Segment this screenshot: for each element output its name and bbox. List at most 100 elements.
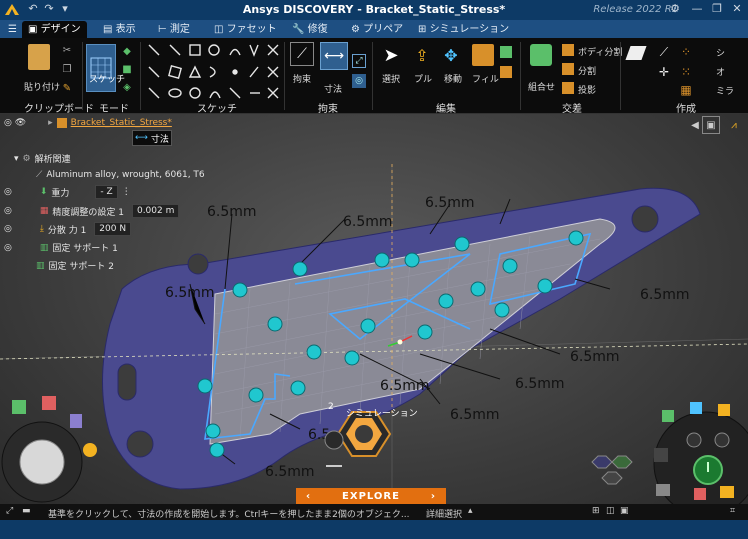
solid-mode-icon[interactable]: ■ xyxy=(120,62,134,76)
fill-label[interactable]: フィル xyxy=(472,72,499,85)
view-back-icon[interactable]: ◀ xyxy=(688,118,702,132)
target-icon[interactable]: ◎ xyxy=(4,224,12,234)
advanced-select-label[interactable]: 詳細選択 xyxy=(426,507,462,520)
edit-extra-icon-2[interactable] xyxy=(500,66,512,78)
status-select-icon[interactable]: ▣ xyxy=(620,506,629,516)
explore-prev-icon[interactable]: ‹ xyxy=(306,488,311,504)
dimension-text[interactable]: 6.5mm xyxy=(515,376,565,392)
paste-icon[interactable] xyxy=(28,44,50,70)
more-options-icon[interactable]: ⋮ xyxy=(122,187,131,197)
status-view-icon[interactable]: ◫ xyxy=(606,506,615,516)
status-menu-icon[interactable]: ▬ xyxy=(22,506,31,516)
constraint-option-icon[interactable]: ⤢ xyxy=(352,54,366,68)
dimension-text[interactable]: 6.5mm xyxy=(343,214,393,230)
hole-1[interactable] xyxy=(631,205,659,233)
fidelity-value-field[interactable]: 0.002 m xyxy=(131,204,180,218)
advanced-select-arrow-icon[interactable]: ▴ xyxy=(468,506,473,516)
target-icon[interactable]: ◎ xyxy=(4,243,12,253)
create-item-2[interactable]: オ xyxy=(716,65,725,78)
linear-pattern-icon[interactable]: ⁙ xyxy=(678,64,694,80)
section-mode-icon[interactable]: ◆ xyxy=(120,44,134,58)
create-item-1[interactable]: シ xyxy=(716,46,725,59)
constraint-icon[interactable]: ⟋ xyxy=(290,42,314,66)
copy-icon[interactable]: ❐ xyxy=(60,62,74,76)
tab-measure[interactable]: ⊢ 測定 xyxy=(152,21,196,38)
dimension-text[interactable]: 6.5mm xyxy=(165,285,215,301)
tree-gravity-row[interactable]: ◎ ⬇ 重力 - Z ⋮ xyxy=(4,185,131,199)
plane-icon[interactable] xyxy=(625,46,647,60)
dimension-text[interactable]: 6.5mm xyxy=(265,464,315,480)
close-button[interactable]: ✕ xyxy=(730,2,744,16)
grid-pattern-icon[interactable]: ▦ xyxy=(678,82,694,98)
dimension-text[interactable]: 6.5mm xyxy=(207,204,257,220)
pull-label[interactable]: プル xyxy=(414,72,432,85)
move-label[interactable]: 移動 xyxy=(444,72,462,85)
target-icon[interactable]: ◎ xyxy=(4,187,12,197)
split-label[interactable]: 分割 xyxy=(578,64,596,77)
status-grid-icon[interactable]: ⊞ xyxy=(592,506,600,516)
split-icon[interactable] xyxy=(562,63,574,75)
tree-support1-row[interactable]: ◎ ▥ 固定 サポート 1 xyxy=(4,241,118,255)
constraint-label[interactable]: 拘束 xyxy=(293,72,311,85)
tree-root-row[interactable]: ◎ 👁 ▸ Bracket_Static_Stress* xyxy=(4,118,172,128)
collapse-chevron-icon[interactable]: ▾ xyxy=(14,154,19,164)
explore-bar[interactable]: ‹ EXPLORE › xyxy=(296,488,446,504)
tab-repair[interactable]: 🔧 修復 xyxy=(286,21,334,38)
hole-2[interactable] xyxy=(187,253,209,275)
cut-icon[interactable]: ✂ xyxy=(60,43,74,57)
dimension-label[interactable]: 寸法 xyxy=(324,82,342,95)
force-value-field[interactable]: 200 N xyxy=(94,222,132,236)
tab-facet[interactable]: ◫ ファセット xyxy=(208,21,283,38)
dimension-text[interactable]: 6.5mm xyxy=(570,349,620,365)
move-icon[interactable]: ✥ xyxy=(440,44,462,66)
gravity-direction-field[interactable]: - Z xyxy=(95,185,118,199)
status-left-icon[interactable]: ⤢ xyxy=(6,506,13,516)
combine-icon[interactable] xyxy=(530,44,552,66)
tree-fidelity-row[interactable]: ◎ ▦ 精度調整の設定 1 0.002 m xyxy=(4,204,180,218)
auto-constraint-icon[interactable]: ◎ xyxy=(352,74,366,88)
axis-icon[interactable]: ⟋ xyxy=(656,44,672,60)
paste-label[interactable]: 貼り付け xyxy=(24,80,60,93)
visibility-eye-icon[interactable]: ◎ 👁 xyxy=(4,118,26,128)
fill-icon[interactable] xyxy=(472,44,494,66)
simulation-controller[interactable] xyxy=(636,394,748,504)
navigation-wheel[interactable] xyxy=(0,394,110,504)
tab-simulation[interactable]: ⊞ シミュレーション xyxy=(412,21,515,38)
create-item-3[interactable]: ミラ xyxy=(716,84,734,97)
dimension-text[interactable]: 6.5mm xyxy=(450,407,500,423)
hole-3[interactable] xyxy=(126,430,154,458)
dimension-text[interactable]: 6.5mm xyxy=(425,195,475,211)
chart-icon[interactable]: ⩘ xyxy=(724,116,744,134)
pattern-icon[interactable]: ⁘ xyxy=(678,44,694,60)
select-icon[interactable]: ➤ xyxy=(382,44,400,66)
maximize-button[interactable]: ❐ xyxy=(710,2,724,16)
mode-3d-icon[interactable]: ◈ xyxy=(120,80,134,94)
edit-extra-icon-1[interactable] xyxy=(500,46,512,58)
project-label[interactable]: 投影 xyxy=(578,83,596,96)
menu-icon[interactable]: ☰ xyxy=(2,21,18,38)
pull-icon[interactable]: ⇪ xyxy=(412,44,432,66)
tree-force-row[interactable]: ◎ ⤓ 分散 力 1 200 N xyxy=(4,222,132,236)
tab-design[interactable]: ▣ デザイン xyxy=(22,21,87,38)
explore-next-icon[interactable]: › xyxy=(431,488,436,504)
tab-display[interactable]: ▤ 表示 xyxy=(97,21,142,38)
tree-root-label[interactable]: Bracket_Static_Stress* xyxy=(71,118,172,128)
dimension-icon[interactable]: ⟷ xyxy=(320,42,348,70)
tab-prepare[interactable]: ⚙ プリペア xyxy=(345,21,409,38)
select-label[interactable]: 選択 xyxy=(382,72,400,85)
settings-icon[interactable]: ⚙ xyxy=(668,2,682,16)
slot-cutout[interactable] xyxy=(117,363,137,401)
status-snap-icon[interactable]: ⌗ xyxy=(730,506,735,516)
tree-material-row[interactable]: ⟋ Aluminum alloy, wrought, 6061, T6 xyxy=(36,170,205,180)
combine-label[interactable]: 組合せ xyxy=(528,80,555,93)
project-icon[interactable] xyxy=(562,82,574,94)
expand-chevron-icon[interactable]: ▸ xyxy=(48,118,53,128)
minimize-button[interactable]: — xyxy=(690,2,704,16)
dimension-text[interactable]: 6.5mm xyxy=(640,287,690,303)
dimension-text[interactable]: 6.5mm xyxy=(380,378,430,394)
tree-analysis-row[interactable]: ▾ ⚙ 解析関連 xyxy=(14,152,71,166)
hex-tool-cluster[interactable] xyxy=(586,454,636,488)
tree-support2-row[interactable]: ▥ 固定 サポート 2 xyxy=(36,259,114,273)
format-painter-icon[interactable]: ✎ xyxy=(60,81,74,95)
split-body-icon[interactable] xyxy=(562,44,574,56)
